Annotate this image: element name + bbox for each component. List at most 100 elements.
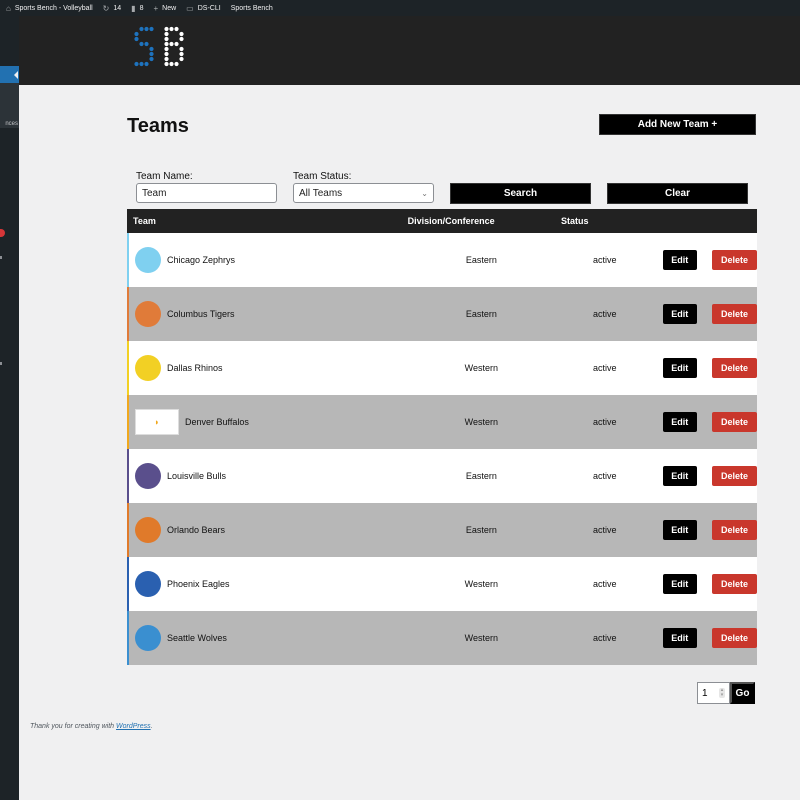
team-name[interactable]: Louisville Bulls	[167, 471, 226, 481]
comments-link[interactable]: ▮ 8	[131, 4, 143, 13]
admin-footer: Thank you for creating with WordPress.	[30, 723, 153, 730]
team-name[interactable]: Dallas Rhinos	[167, 363, 223, 373]
delete-button[interactable]: Delete	[712, 628, 757, 648]
team-status-label: Team Status:	[293, 171, 352, 182]
sidebar-submenu: nces	[0, 83, 19, 128]
submenu-item[interactable]: nces	[5, 121, 18, 127]
delete-cell: Delete	[712, 287, 757, 341]
team-division: Western	[464, 363, 499, 373]
search-button[interactable]: Search	[450, 183, 591, 204]
page-title: Teams	[127, 115, 189, 137]
site-name: Sports Bench - Volleyball	[14, 4, 93, 12]
new-content-link[interactable]: + New	[153, 4, 176, 13]
pagination: 1 ▴ ▾ Go	[697, 682, 755, 704]
edit-button[interactable]: Edit	[662, 304, 697, 324]
edit-cell: Edit	[662, 449, 712, 503]
column-header-team: Team	[133, 216, 156, 226]
team-logo-icon	[135, 571, 161, 597]
logo-dot	[149, 51, 154, 57]
sidebar-item-sports-bench[interactable]	[0, 66, 19, 83]
edit-button[interactable]: Edit	[662, 358, 697, 378]
add-new-team-button[interactable]: Add New Team +	[599, 114, 756, 135]
team-status-select[interactable]: All Teams ⌄	[293, 183, 434, 203]
new-label: New	[162, 4, 177, 12]
updates-link[interactable]: ↻ 14	[103, 4, 122, 13]
delete-button[interactable]: Delete	[712, 412, 757, 432]
team-division: Western	[464, 417, 499, 427]
updates-count: 14	[113, 4, 122, 12]
logo-dot	[164, 36, 169, 42]
ds-cli-label: DS-CLI	[197, 4, 221, 12]
edit-button[interactable]: Edit	[662, 466, 697, 486]
edit-button[interactable]: Edit	[662, 412, 697, 432]
team-division: Eastern	[465, 255, 497, 265]
team-status: active	[593, 417, 617, 427]
logo-dot	[144, 61, 149, 67]
team-division: Eastern	[465, 525, 497, 535]
logo-dot	[164, 41, 169, 47]
edit-button[interactable]: Edit	[662, 628, 697, 648]
chevron-down-icon: ⌄	[421, 188, 428, 198]
team-cell: Orlando Bears	[127, 503, 408, 557]
edit-button[interactable]: Edit	[662, 574, 697, 594]
delete-button[interactable]: Delete	[712, 358, 757, 378]
team-status: active	[593, 255, 617, 265]
delete-cell: Delete	[712, 341, 757, 395]
team-name[interactable]: Orlando Bears	[167, 525, 225, 535]
logo-dot	[149, 46, 154, 52]
team-name-input[interactable]: Team	[136, 183, 277, 203]
spinner-icon[interactable]: ▴ ▾	[719, 688, 725, 698]
logo-dot	[139, 61, 144, 67]
logo-dot	[169, 41, 174, 47]
delete-button[interactable]: Delete	[712, 304, 757, 324]
logo-dot	[164, 46, 169, 52]
logo-dot	[179, 31, 184, 37]
sidebar-item[interactable]	[0, 362, 2, 365]
sports-bench-label: Sports Bench	[230, 4, 273, 12]
go-button[interactable]: Go	[730, 682, 755, 704]
logo-dot	[134, 31, 139, 37]
logo-dot	[139, 26, 144, 32]
logo-dot	[134, 61, 139, 67]
delete-button[interactable]: Delete	[712, 250, 757, 270]
wordpress-link[interactable]: WordPress	[116, 723, 151, 730]
team-name-label: Team Name:	[136, 171, 193, 182]
table-row: Dallas Rhinos Western active Edit Delete	[127, 341, 757, 395]
team-name[interactable]: Seattle Wolves	[167, 633, 227, 643]
column-header-status: Status	[561, 216, 589, 226]
delete-button[interactable]: Delete	[712, 466, 757, 486]
team-status: active	[593, 633, 617, 643]
team-name[interactable]: Phoenix Eagles	[167, 579, 230, 589]
team-name[interactable]: Chicago Zephrys	[167, 255, 235, 265]
home-icon: ⌂	[6, 3, 11, 13]
logo-dot	[164, 26, 169, 32]
ds-cli-link[interactable]: ▭ DS-CLI	[186, 4, 221, 13]
page-number-value: 1	[702, 687, 708, 699]
team-name[interactable]: Columbus Tigers	[167, 309, 235, 319]
sidebar-item[interactable]	[0, 256, 2, 259]
delete-button[interactable]: Delete	[712, 520, 757, 540]
table-row: Chicago Zephrys Eastern active Edit Dele…	[127, 233, 757, 287]
team-logo-icon	[135, 625, 161, 651]
team-cell-inner: Orlando Bears	[127, 503, 408, 557]
sports-bench-link[interactable]: Sports Bench	[231, 5, 273, 12]
team-cell: Phoenix Eagles	[127, 557, 408, 611]
edit-cell: Edit	[662, 503, 712, 557]
site-name-link[interactable]: ⌂ Sports Bench - Volleyball	[6, 4, 93, 13]
team-name[interactable]: Denver Buffalos	[185, 417, 249, 427]
delete-cell: Delete	[712, 233, 757, 287]
edit-cell: Edit	[662, 341, 712, 395]
team-division: Eastern	[465, 309, 497, 319]
delete-cell: Delete	[712, 449, 757, 503]
delete-button[interactable]: Delete	[712, 574, 757, 594]
table-row: Columbus Tigers Eastern active Edit Dele…	[127, 287, 757, 341]
team-cell: Louisville Bulls	[127, 449, 408, 503]
page-number-input[interactable]: 1 ▴ ▾	[697, 682, 730, 704]
edit-button[interactable]: Edit	[662, 520, 697, 540]
sports-bench-logo	[134, 26, 184, 67]
logo-dot	[149, 26, 154, 32]
delete-cell: Delete	[712, 611, 757, 665]
edit-button[interactable]: Edit	[662, 250, 697, 270]
clear-button[interactable]: Clear	[607, 183, 748, 204]
logo-dot	[149, 56, 154, 62]
